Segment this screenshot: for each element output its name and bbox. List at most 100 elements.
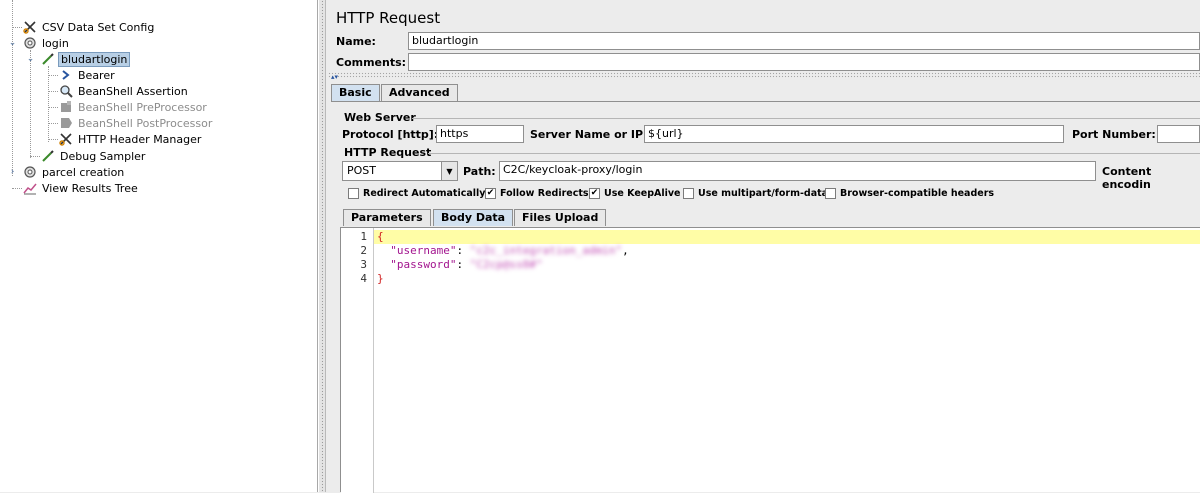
line-number: 2 — [360, 244, 367, 257]
checkbox-label: Redirect Automatically — [363, 188, 486, 199]
checkbox-box[interactable] — [348, 188, 359, 199]
tree-item-label: CSV Data Set Config — [42, 20, 155, 34]
line-number: 1 — [360, 230, 367, 243]
body-data-editor[interactable]: 1 2 3 4 { "username": "c2c_integration_a… — [340, 227, 1200, 493]
tree-item-label: View Results Tree — [42, 181, 138, 195]
tree-item-view-results-tree[interactable]: View Results Tree — [22, 180, 140, 196]
server-name-field[interactable]: ${url} — [644, 125, 1064, 143]
path-value: C2C/keycloak-proxy/login — [503, 163, 643, 176]
tab-body-data[interactable]: Body Data — [433, 209, 514, 226]
panel-splitter[interactable] — [318, 0, 326, 492]
checkbox-label: Use KeepAlive — [604, 188, 681, 199]
chart-icon — [22, 180, 38, 196]
protocol-field[interactable]: https — [436, 125, 524, 143]
tree-item-label: BeanShell PreProcessor — [78, 100, 207, 114]
scissors-icon — [22, 19, 38, 35]
path-field[interactable]: C2C/keycloak-proxy/login — [499, 161, 1096, 181]
close-brace: } — [377, 272, 384, 285]
name-label: Name: — [336, 35, 376, 48]
web-server-title: Web Server — [344, 111, 416, 124]
tree-item-label: Debug Sampler — [60, 149, 146, 163]
method-select[interactable]: POST ▼ — [342, 161, 458, 181]
tree-item-http-header-manager[interactable]: HTTP Header Manager — [58, 131, 203, 147]
checkmark-icon[interactable]: ✔ — [485, 188, 496, 199]
chevron-down-icon[interactable]: ▼ — [441, 162, 457, 180]
pipette-icon — [40, 148, 56, 164]
name-field[interactable]: bludartlogin — [408, 32, 1200, 50]
code-line-3: "password": "C2cp@ss0#" — [390, 258, 543, 271]
use-multipart-checkbox[interactable]: Use multipart/form-data — [683, 188, 828, 199]
tree-item-beanshell-assertion[interactable]: BeanShell Assertion — [58, 83, 190, 99]
tab-basic[interactable]: Basic — [331, 84, 380, 101]
arrow-icon — [58, 67, 74, 83]
port-number-field[interactable] — [1157, 125, 1200, 143]
tree-item-parcel-creation[interactable]: parcel creation — [22, 164, 126, 180]
collapse-divider[interactable] — [328, 72, 1200, 78]
test-plan-tree[interactable]: ⌄ ⌄ › CSV Data Set Config login bludartl… — [0, 0, 318, 492]
postprocessor-icon — [58, 115, 74, 131]
tree-item-debug-sampler[interactable]: Debug Sampler — [40, 148, 147, 164]
checkbox-label: Browser-compatible headers — [840, 188, 995, 199]
password-value: "C2cp@ss0#" — [469, 258, 543, 271]
code-line-1: { — [377, 230, 384, 244]
port-number-label: Port Number: — [1072, 128, 1156, 141]
preprocessor-icon — [58, 99, 74, 115]
tree-item-label: BeanShell PostProcessor — [78, 116, 213, 130]
magnifier-icon — [58, 83, 74, 99]
tree-item-csv-data-set-config[interactable]: CSV Data Set Config — [22, 19, 156, 35]
http-request-panel: HTTP Request Name: bludartlogin Comments… — [328, 0, 1200, 493]
checkbox-label: Follow Redirects — [500, 188, 589, 199]
tab-strip-border — [331, 101, 1200, 102]
comments-label: Comments: — [336, 56, 407, 69]
collapse-bludartlogin-toggle[interactable]: ⌄ — [26, 55, 35, 64]
collapse-arrow-icon[interactable]: ▴▾ — [331, 73, 338, 81]
http-request-section-title: HTTP Request — [344, 146, 432, 159]
code-line-4: } — [377, 272, 384, 286]
protocol-label: Protocol [http]: — [342, 128, 439, 141]
expand-parcel-toggle[interactable]: › — [8, 168, 17, 177]
pipette-icon — [40, 51, 56, 67]
checkbox-box[interactable] — [825, 188, 836, 199]
tree-item-login[interactable]: login — [22, 35, 71, 51]
tree-item-label: login — [42, 36, 69, 50]
http-request-groupline — [428, 153, 1200, 154]
scissors-icon — [58, 131, 74, 147]
current-line-highlight — [374, 230, 1200, 244]
tab-advanced[interactable]: Advanced — [381, 84, 458, 101]
password-key: "password" — [390, 258, 457, 271]
tree-item-beanshell-postprocessor[interactable]: BeanShell PostProcessor — [58, 115, 214, 131]
content-encoding-label: Content encodin — [1102, 165, 1152, 191]
tree-item-label: parcel creation — [42, 165, 125, 179]
follow-redirects-checkbox[interactable]: ✔ Follow Redirects — [485, 188, 589, 199]
web-server-groupline — [412, 118, 1200, 119]
tree-item-bludartlogin[interactable]: bludartlogin — [40, 51, 131, 67]
browser-compatible-headers-checkbox[interactable]: Browser-compatible headers — [825, 188, 994, 199]
method-value: POST — [347, 164, 376, 177]
username-key: "username" — [390, 244, 457, 257]
path-label: Path: — [463, 165, 496, 178]
use-keepalive-checkbox[interactable]: ✔ Use KeepAlive — [589, 188, 681, 199]
redirect-automatically-checkbox[interactable]: Redirect Automatically — [348, 188, 485, 199]
tab-files-upload[interactable]: Files Upload — [514, 209, 607, 226]
checkbox-label: Use multipart/form-data — [698, 188, 829, 199]
line-number: 3 — [360, 258, 367, 271]
tab-parameters[interactable]: Parameters — [343, 209, 431, 226]
checkmark-icon[interactable]: ✔ — [589, 188, 600, 199]
tree-item-label: bludartlogin — [58, 51, 131, 67]
tree-item-label: HTTP Header Manager — [78, 132, 202, 146]
server-name-label: Server Name or IP: — [530, 128, 648, 141]
tree-item-label: BeanShell Assertion — [78, 84, 188, 98]
tree-item-bearer[interactable]: Bearer — [58, 67, 117, 83]
comments-field[interactable] — [408, 53, 1200, 71]
tree-item-label: Bearer — [78, 68, 115, 82]
checkbox-box[interactable] — [683, 188, 694, 199]
line-number-gutter: 1 2 3 4 — [341, 228, 374, 493]
code-line-2: "username": "c2c_integration_admin", — [390, 244, 629, 257]
tree-item-beanshell-preprocessor[interactable]: BeanShell PreProcessor — [58, 99, 209, 115]
collapse-login-toggle[interactable]: ⌄ — [8, 39, 17, 48]
line-number: 4 — [360, 272, 367, 285]
gear-icon — [22, 164, 38, 180]
page-title: HTTP Request — [336, 9, 441, 27]
open-brace: { — [377, 230, 384, 243]
username-value: "c2c_integration_admin" — [469, 244, 623, 257]
